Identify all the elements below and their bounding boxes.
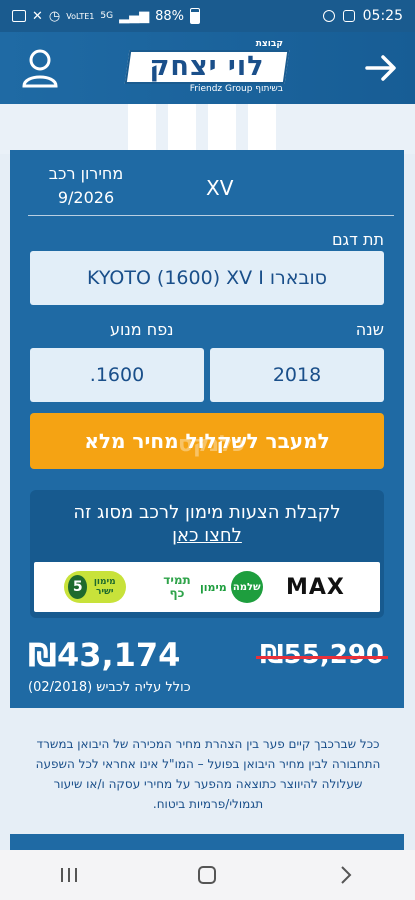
year-value: 2018 — [272, 364, 322, 386]
engine-label: נפח מנוע — [110, 320, 174, 339]
finance-offers-box: לקבלת הצעות מימון לרכב מסוג זה לחצו כאן … — [30, 490, 384, 618]
max-logo[interactable]: MAX — [286, 568, 345, 606]
clock-time: 05:25 — [362, 8, 403, 24]
chevron-right-icon — [341, 866, 352, 884]
year-field[interactable]: 2018 — [210, 348, 384, 402]
forward-button[interactable] — [363, 50, 399, 86]
engine-value: 1600. — [89, 364, 145, 386]
submodel-label: תת דגם — [331, 230, 384, 249]
home-icon — [198, 866, 217, 884]
price-list-label: מחירון רכב — [48, 164, 124, 183]
max-logo-text: MAX — [286, 574, 345, 600]
network-label: 5G — [100, 11, 114, 21]
volte-label: VoLTE1 — [66, 11, 95, 21]
price-strikethrough — [256, 656, 388, 659]
price-original-value: ₪55,290 — [260, 640, 384, 670]
price-current: ₪43,174 — [28, 636, 181, 674]
shlomo-circle: שלמה — [230, 571, 263, 603]
price-list-row: מחירון רכב 9/2026 XV — [28, 150, 394, 216]
photo-icon — [12, 10, 26, 22]
signal-icon: ▂▄▆ — [119, 8, 150, 24]
alarm-icon: ◷ — [48, 8, 61, 24]
tamid-logo: תמיד כף — [163, 573, 191, 600]
finance-partners: 5 מימון ישיר תמיד כף שלמה מימון MAX — [34, 562, 380, 612]
tamid-shlomo-logos[interactable]: תמיד כף שלמה מימון — [162, 568, 263, 606]
finance-link[interactable]: לחצו כאן — [30, 525, 384, 546]
mute-icon: ✕ — [32, 8, 43, 24]
disclaimer-text: ככל שברכבך קיים פער בין הצהרת מחיר המכיר… — [35, 737, 381, 811]
battery-icon — [190, 8, 200, 24]
price-note: כולל עליה לכביש (02/2018) — [28, 680, 191, 695]
stripe — [208, 104, 236, 154]
status-bar: 05:25 ✕ ◷ VoLTE1 5G ▂▄▆ 88% — [0, 0, 415, 32]
submodel-field[interactable]: סובארו KYOTO (1600) XV I — [30, 251, 384, 305]
recent-apps-icon — [61, 868, 78, 882]
logo-top-text: קבוצת — [255, 39, 283, 49]
stripe — [128, 104, 156, 154]
vehicle-price-card: מחירון רכב 9/2026 XV תת דגם סובארו KYOTO… — [10, 150, 404, 708]
android-nav-bar — [0, 850, 415, 900]
recent-apps-button[interactable] — [49, 855, 89, 895]
finance-title: לקבלת הצעות מימון לרכב מסוג זה — [73, 502, 341, 523]
levi-itzhak-logo: לוי יצחק קבוצת בשיתוף Friendz Group — [124, 39, 290, 98]
status-circle-icon — [322, 10, 335, 22]
stripe — [168, 104, 196, 154]
home-button[interactable] — [187, 855, 227, 895]
logo-main-text: לוי יצחק — [149, 51, 265, 82]
model-short-name: XV — [206, 176, 234, 200]
price-list-info: מחירון רכב 9/2026 — [36, 162, 136, 210]
yashir-logo[interactable]: 5 מימון ישיר — [64, 568, 126, 606]
back-button[interactable] — [326, 855, 366, 895]
message-icon — [342, 10, 355, 22]
stripe — [248, 104, 276, 154]
engine-field[interactable]: 1600. — [30, 348, 204, 402]
submodel-value: סובארו KYOTO (1600) XV I — [87, 267, 327, 289]
price-list-date: 9/2026 — [57, 188, 115, 207]
user-profile-button[interactable] — [20, 46, 60, 90]
user-icon — [22, 49, 58, 88]
year-label: שנה — [355, 320, 384, 339]
battery-label: 88% — [155, 8, 184, 24]
arrow-right-icon — [365, 55, 396, 81]
shlomo-text: מימון — [200, 580, 227, 594]
app-header: לוי יצחק קבוצת בשיתוף Friendz Group — [0, 32, 415, 104]
yashir-number: 5 — [68, 575, 88, 599]
price-original: ₪55,290 — [256, 640, 388, 670]
logo-sub-text: בשיתוף Friendz Group — [189, 84, 283, 94]
yashir-text: מימון ישיר — [93, 577, 116, 597]
decorative-stripes — [0, 104, 415, 154]
watermark: כלנקס — [178, 432, 245, 457]
bottom-band — [10, 834, 404, 850]
